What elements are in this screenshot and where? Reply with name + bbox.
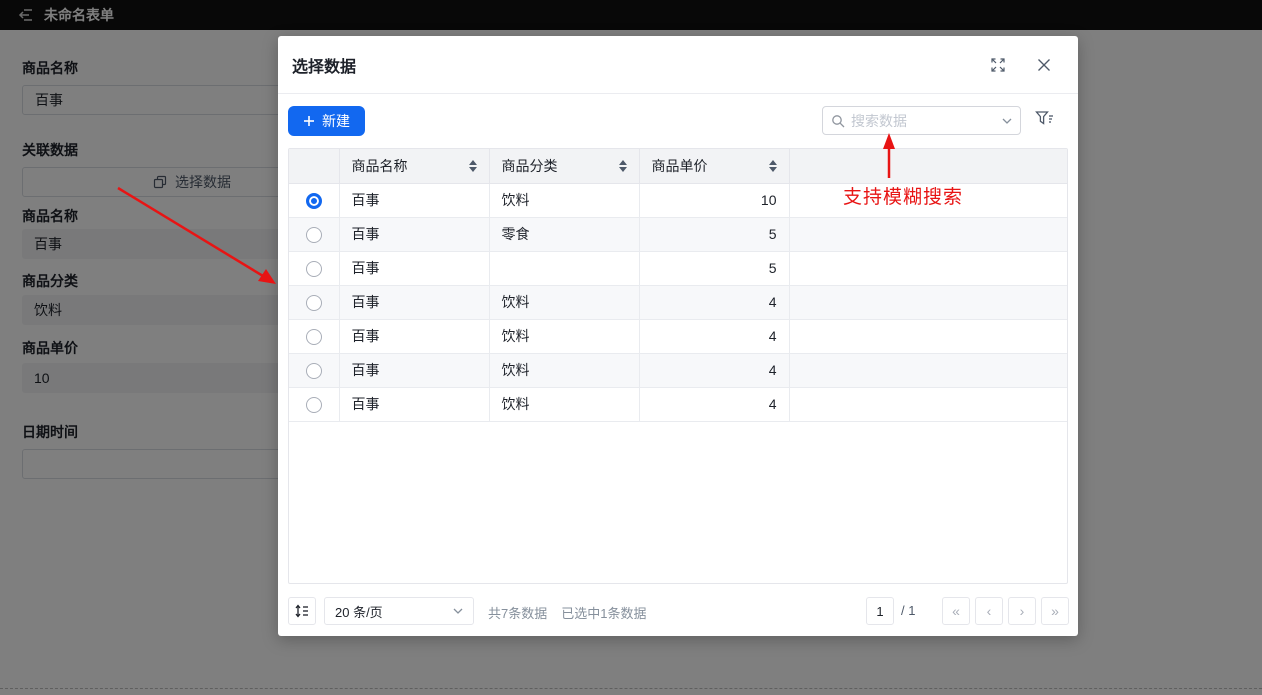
expand-icon[interactable]: [990, 57, 1006, 73]
cell-name: 百事: [339, 353, 489, 387]
current-page-input[interactable]: [866, 597, 894, 625]
cell-price: 4: [639, 285, 789, 319]
total-count-text: 共7条数据: [488, 603, 547, 622]
filter-icon[interactable]: [1035, 110, 1054, 127]
cell-price: 5: [639, 217, 789, 251]
modal-header: 选择数据: [278, 36, 1078, 94]
new-record-button-label: 新建: [322, 111, 350, 131]
table-row[interactable]: 百事 零食 5: [289, 217, 1067, 251]
sort-icon[interactable]: [619, 160, 627, 172]
cell-name: 百事: [339, 319, 489, 353]
row-radio[interactable]: [306, 329, 322, 345]
search-icon: [831, 114, 845, 128]
table-row[interactable]: 百事 饮料 4: [289, 353, 1067, 387]
row-radio[interactable]: [306, 261, 322, 277]
column-label-name: 商品名称: [352, 156, 408, 176]
column-header-category[interactable]: 商品分类: [489, 149, 639, 183]
cell-price: 5: [639, 251, 789, 285]
row-radio[interactable]: [306, 397, 322, 413]
prev-page-button[interactable]: ‹: [975, 597, 1003, 625]
row-radio[interactable]: [306, 363, 322, 379]
sort-icon[interactable]: [769, 160, 777, 172]
modal-title: 选择数据: [292, 53, 356, 77]
data-table: 商品名称 商品分类 商品单价: [288, 148, 1068, 584]
new-record-button[interactable]: 新建: [288, 106, 365, 136]
modal-footer: 20 条/页 共7条数据 已选中1条数据 / 1 « ‹ › »: [278, 597, 1078, 625]
chevron-down-icon[interactable]: [1002, 118, 1012, 124]
cell-category: 饮料: [489, 183, 639, 217]
close-icon[interactable]: [1036, 57, 1052, 73]
cell-empty: [789, 319, 1067, 353]
cell-category: [489, 251, 639, 285]
radio-column-header: [289, 149, 339, 183]
table-row[interactable]: 百事 饮料 4: [289, 387, 1067, 421]
cell-name: 百事: [339, 183, 489, 217]
cell-empty: [789, 285, 1067, 319]
cell-name: 百事: [339, 285, 489, 319]
search-input[interactable]: [851, 113, 996, 129]
next-page-button[interactable]: ›: [1008, 597, 1036, 625]
cell-price: 4: [639, 353, 789, 387]
table-row[interactable]: 百事 饮料 10: [289, 183, 1067, 217]
row-radio[interactable]: [306, 295, 322, 311]
cell-category: 零食: [489, 217, 639, 251]
cell-name: 百事: [339, 387, 489, 421]
column-label-category: 商品分类: [502, 156, 558, 176]
page-size-value: 20 条/页: [335, 602, 383, 621]
search-box[interactable]: [822, 106, 1021, 135]
plus-icon: [303, 115, 315, 127]
chevron-down-icon: [453, 608, 463, 614]
cell-empty: [789, 251, 1067, 285]
column-header-price[interactable]: 商品单价: [639, 149, 789, 183]
table-row[interactable]: 百事 饮料 4: [289, 285, 1067, 319]
table-row[interactable]: 百事 5: [289, 251, 1067, 285]
row-radio[interactable]: [306, 227, 322, 243]
empty-column-header: [789, 149, 1067, 183]
cell-name: 百事: [339, 251, 489, 285]
cell-price: 10: [639, 183, 789, 217]
sort-icon[interactable]: [469, 160, 477, 172]
cell-empty: [789, 387, 1067, 421]
cell-empty: [789, 217, 1067, 251]
last-page-button[interactable]: »: [1041, 597, 1069, 625]
column-label-price: 商品单价: [652, 156, 708, 176]
cell-empty: [789, 353, 1067, 387]
first-page-button[interactable]: «: [942, 597, 970, 625]
table-row[interactable]: 百事 饮料 4: [289, 319, 1067, 353]
cell-category: 饮料: [489, 353, 639, 387]
cell-price: 4: [639, 387, 789, 421]
page-size-select[interactable]: 20 条/页: [324, 597, 474, 625]
cell-price: 4: [639, 319, 789, 353]
select-data-modal: 选择数据 新建: [278, 36, 1078, 636]
column-header-name[interactable]: 商品名称: [339, 149, 489, 183]
selected-count-text: 已选中1条数据: [561, 603, 646, 622]
cell-category: 饮料: [489, 285, 639, 319]
cell-category: 饮料: [489, 387, 639, 421]
page-total-text: / 1: [901, 603, 915, 618]
cell-category: 饮料: [489, 319, 639, 353]
cell-name: 百事: [339, 217, 489, 251]
cell-empty: [789, 183, 1067, 217]
row-height-icon[interactable]: [288, 597, 316, 625]
table-header-row: 商品名称 商品分类 商品单价: [289, 149, 1067, 183]
row-radio[interactable]: [306, 193, 322, 209]
table-body: 百事 饮料 10 百事 零食 5 百事 5 百事 饮料 4 百事 饮料 4 百事…: [289, 183, 1067, 421]
